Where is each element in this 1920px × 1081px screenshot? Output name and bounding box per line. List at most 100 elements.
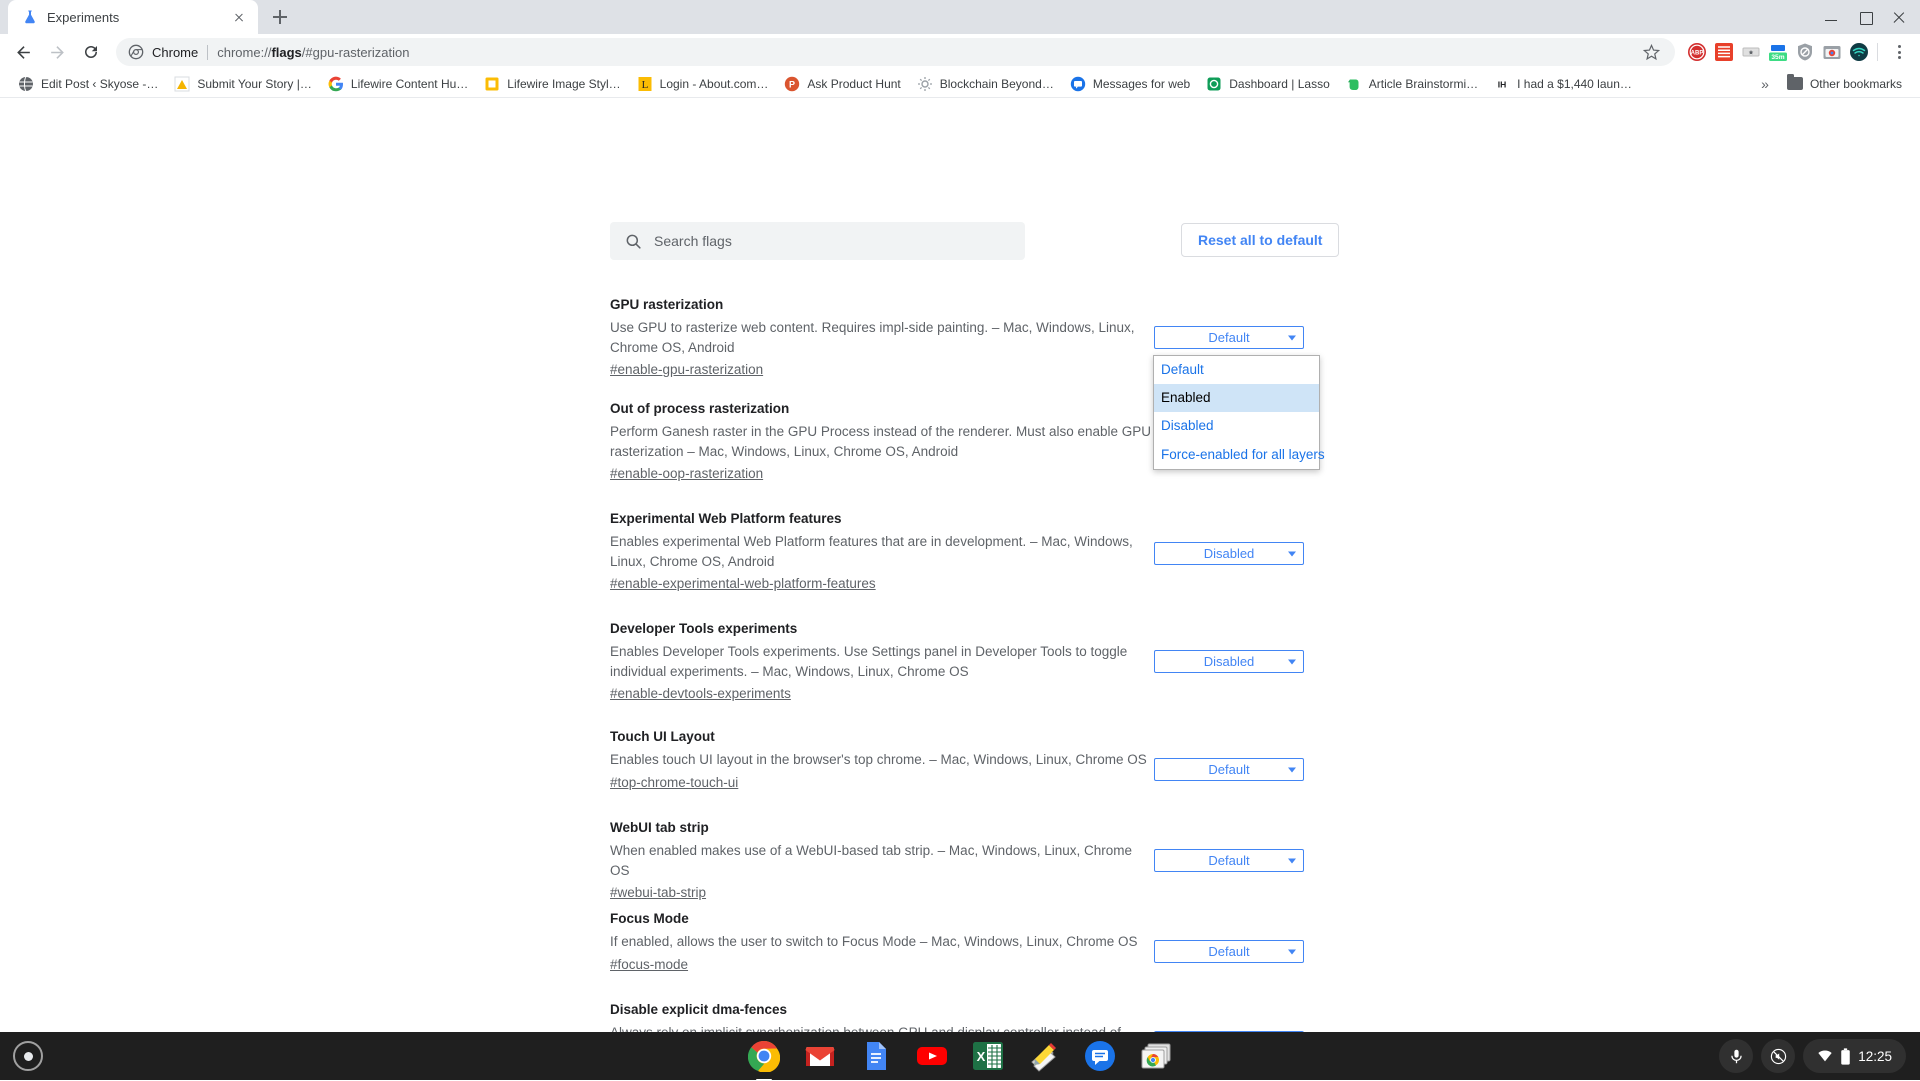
svg-text:X: X: [977, 1049, 986, 1064]
bookmark-item[interactable]: IH I had a $1,440 laun…: [1486, 73, 1640, 95]
flag-description: Use GPU to rasterize web content. Requir…: [610, 318, 1155, 357]
flag-id-link[interactable]: #enable-gpu-rasterization: [610, 362, 763, 377]
back-arrow-icon[interactable]: [8, 37, 38, 67]
youtube-app-icon[interactable]: [916, 1040, 948, 1072]
flag-title: Touch UI Layout: [610, 728, 1155, 746]
launcher-icon[interactable]: [13, 1041, 43, 1071]
chevron-double-right-icon[interactable]: »: [1751, 76, 1779, 92]
chevron-down-icon: [1288, 551, 1296, 556]
flag-select-focus-mode[interactable]: Default: [1154, 940, 1304, 963]
dropdown-option-enabled[interactable]: Enabled: [1154, 384, 1319, 412]
flag-row: Touch UI Layout Enables touch UI layout …: [0, 728, 1920, 819]
gear-icon: [917, 76, 933, 92]
bookmark-label: Lifewire Image Styl…: [507, 77, 620, 91]
folder-icon: [1787, 77, 1803, 90]
omnibox-scheme-chip: Chrome: [152, 45, 198, 60]
chrome-app-icon[interactable]: [748, 1040, 780, 1072]
flag-id-link[interactable]: #enable-oop-rasterization: [610, 466, 763, 481]
maximize-icon[interactable]: [1850, 4, 1880, 30]
omnibox-separator: [207, 45, 208, 60]
dropdown-option-default[interactable]: Default: [1154, 356, 1319, 384]
status-area[interactable]: 12:25: [1803, 1039, 1906, 1073]
window-controls: [1816, 4, 1914, 30]
flag-select-top-chrome-touch-ui[interactable]: Default: [1154, 758, 1304, 781]
flag-id-link[interactable]: #focus-mode: [610, 957, 688, 972]
chevron-down-icon: [1288, 767, 1296, 772]
flag-select-value: Disabled: [1204, 654, 1255, 669]
close-icon[interactable]: [1884, 4, 1914, 30]
adblock-plus-icon[interactable]: ABP: [1687, 42, 1707, 62]
flag-description: If enabled, allows the user to switch to…: [610, 932, 1155, 952]
microphone-icon[interactable]: [1719, 1039, 1753, 1073]
messages-app-icon[interactable]: [1084, 1040, 1116, 1072]
reset-all-to-default-button[interactable]: Reset all to default: [1181, 223, 1339, 257]
bookmark-item[interactable]: Blockchain Beyond…: [909, 73, 1062, 95]
bookmark-item[interactable]: P Ask Product Hunt: [776, 73, 908, 95]
flag-select-experimental-web-platform-features[interactable]: Disabled: [1154, 542, 1304, 565]
globe-icon: [18, 76, 34, 92]
address-bar[interactable]: Chrome chrome://flags/#gpu-rasterization: [116, 38, 1675, 66]
bookmark-label: Login - About.com…: [660, 77, 769, 91]
badge-extension-icon[interactable]: [1741, 42, 1761, 62]
google-docs-app-icon[interactable]: [860, 1040, 892, 1072]
kebab-menu-icon[interactable]: [1886, 39, 1912, 65]
svg-text:35m: 35m: [1771, 54, 1784, 61]
bookmark-item[interactable]: Messages for web: [1062, 73, 1198, 95]
browser-tab[interactable]: Experiments: [8, 0, 258, 34]
dropdown-option-force-enabled[interactable]: Force-enabled for all layers: [1154, 441, 1319, 469]
forward-arrow-icon[interactable]: [42, 37, 72, 67]
wifi-icon: [1817, 1048, 1833, 1064]
chevron-down-icon: [1288, 335, 1296, 340]
grammar-extension-icon[interactable]: [1714, 42, 1734, 62]
flag-id-link[interactable]: #top-chrome-touch-ui: [610, 775, 738, 790]
flag-row: Developer Tools experiments Enables Deve…: [0, 620, 1920, 728]
bookmark-item[interactable]: Dashboard | Lasso: [1198, 73, 1338, 95]
other-bookmarks-folder[interactable]: Other bookmarks: [1779, 74, 1910, 94]
tab-title: Experiments: [47, 10, 221, 25]
bookmark-item[interactable]: Lifewire Image Styl…: [476, 73, 628, 95]
flag-select-devtools-experiments[interactable]: Disabled: [1154, 650, 1304, 673]
flag-row: Disable explicit dma-fences Always rely …: [0, 1001, 1920, 1032]
bookmark-item[interactable]: Article Brainstormi…: [1338, 73, 1486, 95]
excel-app-icon[interactable]: X: [972, 1040, 1004, 1072]
shield-extension-icon[interactable]: [1795, 42, 1815, 62]
omnibox-url: chrome://flags/#gpu-rasterization: [217, 45, 409, 60]
bookmark-item[interactable]: Lifewire Content Hu…: [320, 73, 476, 95]
chrome-window-extension-icon[interactable]: [1822, 42, 1842, 62]
flag-select-value: Default: [1208, 330, 1249, 345]
bookmark-item[interactable]: L Login - About.com…: [629, 73, 777, 95]
star-icon[interactable]: [1637, 38, 1665, 66]
flag-select-dropdown-menu[interactable]: Default Enabled Disabled Force-enabled f…: [1153, 355, 1320, 470]
tab-close-icon[interactable]: [230, 8, 248, 26]
flag-id-link[interactable]: #enable-experimental-web-platform-featur…: [610, 576, 876, 591]
flag-title: Developer Tools experiments: [610, 620, 1155, 638]
chrome-icon: [128, 44, 144, 60]
product-hunt-icon: P: [784, 76, 800, 92]
flag-select-webui-tab-strip[interactable]: Default: [1154, 849, 1304, 872]
flags-page: Search flags Reset all to default GPU ra…: [0, 110, 1920, 1032]
search-input[interactable]: Search flags: [610, 222, 1025, 260]
dropdown-option-disabled[interactable]: Disabled: [1154, 412, 1319, 440]
bookmark-item[interactable]: Submit Your Story |…: [166, 73, 320, 95]
search-icon: [624, 232, 643, 251]
flag-title: Disable explicit dma-fences: [610, 1001, 1155, 1019]
reload-icon[interactable]: [76, 37, 106, 67]
notes-app-icon[interactable]: [1028, 1040, 1060, 1072]
chevron-down-icon: [1288, 949, 1296, 954]
bookmark-label: Lifewire Content Hu…: [351, 77, 468, 91]
volume-muted-icon[interactable]: [1761, 1039, 1795, 1073]
teal-extension-icon[interactable]: [1849, 42, 1869, 62]
flag-title: Out of process rasterization: [610, 400, 1155, 418]
bookmark-item[interactable]: Edit Post ‹ Skyose -…: [10, 73, 166, 95]
flag-row: Out of process rasterization Perform Gan…: [0, 400, 1920, 510]
chrome-apps-window-icon[interactable]: [1140, 1040, 1172, 1072]
minimize-icon[interactable]: [1816, 4, 1846, 30]
browser-toolbar: Chrome chrome://flags/#gpu-rasterization…: [0, 34, 1920, 70]
flag-select-gpu-rasterization[interactable]: Default: [1154, 326, 1304, 349]
flag-id-link[interactable]: #enable-devtools-experiments: [610, 686, 791, 701]
tab-strip: Experiments: [0, 0, 1920, 34]
timer-extension-icon[interactable]: 35m: [1768, 42, 1788, 62]
new-tab-button[interactable]: [266, 3, 294, 31]
gmail-app-icon[interactable]: [804, 1040, 836, 1072]
flag-id-link[interactable]: #webui-tab-strip: [610, 885, 706, 900]
